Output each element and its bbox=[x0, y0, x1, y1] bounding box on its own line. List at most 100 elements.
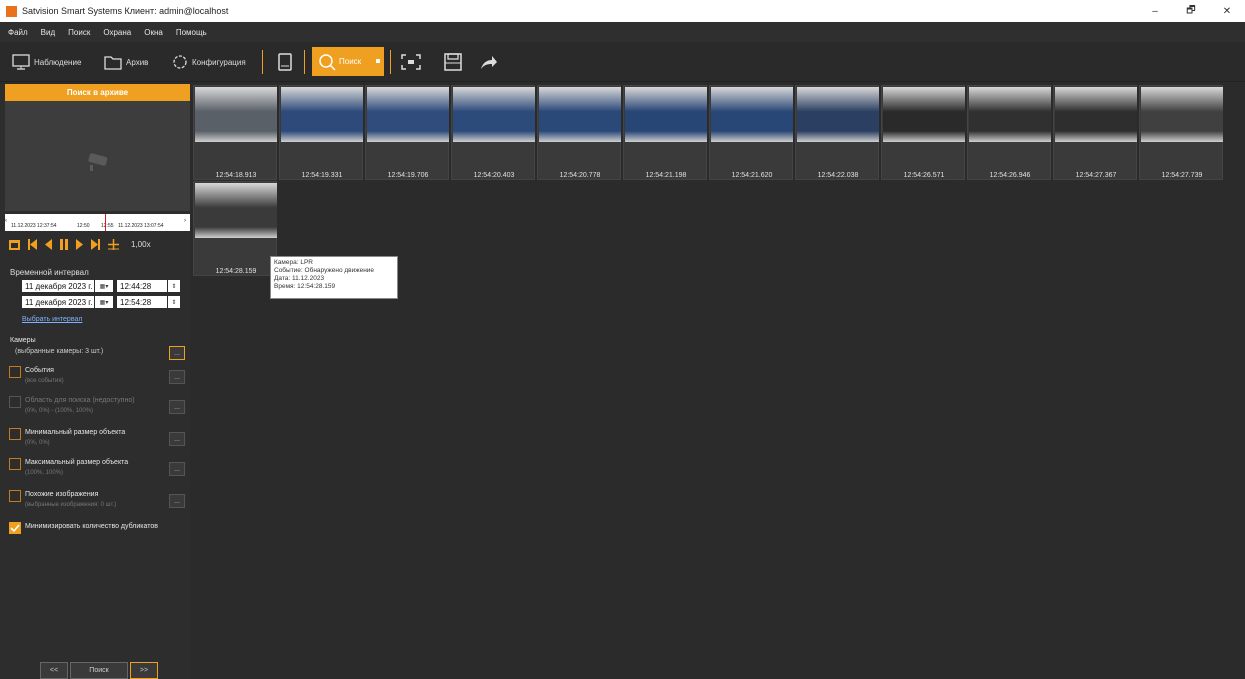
menu-file[interactable]: Файл bbox=[8, 28, 28, 37]
go-start-button[interactable] bbox=[28, 238, 37, 250]
filter-options-button[interactable]: ... bbox=[169, 462, 185, 476]
result-thumbnail[interactable]: 12:54:19.331 bbox=[279, 85, 363, 180]
folder-icon bbox=[104, 56, 122, 70]
menu-search[interactable]: Поиск bbox=[68, 28, 90, 37]
from-time-field[interactable]: 12:44:28 bbox=[117, 280, 167, 292]
result-thumbnail[interactable]: 12:54:27.367 bbox=[1053, 85, 1137, 180]
result-thumbnail[interactable]: 12:54:18.913 bbox=[193, 85, 277, 180]
menu-help[interactable]: Помощь bbox=[176, 28, 207, 37]
archive-label: Архив bbox=[126, 57, 149, 67]
cameras-label: Камеры bbox=[10, 337, 36, 344]
pause-button[interactable] bbox=[60, 238, 68, 250]
export-button[interactable] bbox=[478, 51, 500, 73]
interval-label: Временной интервал bbox=[10, 268, 89, 277]
gear-icon bbox=[173, 55, 187, 69]
max-size-checkbox[interactable] bbox=[9, 458, 21, 470]
thumbnail-tooltip: Камера: LPR Событие: Обнаружено движение… bbox=[270, 256, 398, 299]
go-end-button[interactable] bbox=[91, 238, 100, 250]
maximize-button[interactable]: 🗗 bbox=[1173, 0, 1209, 22]
timeline-start: 11.12.2023 12:37:54 bbox=[11, 223, 57, 229]
tooltip-camera: Камера: LPR bbox=[274, 259, 313, 266]
to-time-spinner[interactable]: ⇕ bbox=[168, 296, 180, 308]
tooltip-event: Событие: Обнаружено движение bbox=[274, 267, 375, 274]
prev-page-button[interactable]: << bbox=[40, 662, 68, 679]
monitoring-button[interactable]: Наблюдение bbox=[12, 50, 81, 74]
thumbnail-image bbox=[539, 87, 621, 142]
thumbnail-time: 12:54:22.038 bbox=[817, 172, 859, 179]
timeline-cursor[interactable] bbox=[105, 214, 106, 231]
result-thumbnail[interactable]: 12:54:21.620 bbox=[709, 85, 793, 180]
speed-button[interactable] bbox=[108, 238, 119, 250]
menu-bar: Файл Вид Поиск Охрана Окна Помощь bbox=[0, 22, 1245, 42]
timeline-right-arrow[interactable]: › bbox=[184, 218, 186, 224]
search-icon bbox=[319, 53, 336, 71]
config-button[interactable]: Конфигурация bbox=[172, 50, 246, 74]
monitoring-label: Наблюдение bbox=[34, 57, 82, 67]
cameras-select-button[interactable]: ... bbox=[169, 346, 185, 360]
thumbnail-time: 12:54:27.367 bbox=[1075, 172, 1117, 179]
step-back-button[interactable] bbox=[45, 238, 52, 250]
menu-view[interactable]: Вид bbox=[41, 28, 55, 37]
result-thumbnail[interactable]: 12:54:19.706 bbox=[365, 85, 449, 180]
result-thumbnail[interactable]: 12:54:26.571 bbox=[881, 85, 965, 180]
archive-button[interactable]: Архив bbox=[104, 50, 148, 74]
result-thumbnail[interactable]: 12:54:26.946 bbox=[967, 85, 1051, 180]
result-thumbnail[interactable]: 12:54:20.778 bbox=[537, 85, 621, 180]
calendar-button[interactable] bbox=[9, 239, 20, 250]
filter-options-button[interactable]: ... bbox=[169, 370, 185, 384]
min-size-checkbox[interactable] bbox=[9, 428, 21, 440]
from-calendar-icon[interactable]: ▦▾ bbox=[95, 280, 113, 292]
skip-end-icon bbox=[91, 238, 100, 250]
share-arrow-icon bbox=[481, 56, 497, 69]
bookmark-button[interactable] bbox=[274, 51, 296, 73]
thumbnail-image bbox=[711, 87, 793, 142]
step-forward-icon bbox=[76, 238, 83, 250]
thumbnail-image bbox=[1055, 87, 1137, 142]
checkmark-icon bbox=[10, 524, 20, 533]
result-thumbnail[interactable]: 12:54:27.739 bbox=[1139, 85, 1223, 180]
thumbnail-time: 12:54:20.403 bbox=[473, 172, 515, 179]
menu-windows[interactable]: Окна bbox=[144, 28, 163, 37]
pagination: << Поиск >> bbox=[40, 662, 158, 679]
timeline[interactable]: ‹ 11.12.2023 12:37:54 12:50 12:55 11.12.… bbox=[5, 214, 190, 231]
similar-images-checkbox[interactable] bbox=[9, 490, 21, 502]
thumbnail-time: 12:54:20.778 bbox=[559, 172, 601, 179]
minimize-button[interactable]: – bbox=[1137, 0, 1173, 22]
step-forward-button[interactable] bbox=[76, 238, 83, 250]
video-preview bbox=[5, 101, 190, 211]
from-time-spinner[interactable]: ⇕ bbox=[168, 280, 180, 292]
filter-options-button[interactable]: ... bbox=[169, 432, 185, 446]
thumbnail-image bbox=[281, 87, 363, 142]
filter-title: Похожие изображения bbox=[25, 491, 99, 498]
filter-title: Минимальный размер объекта bbox=[25, 429, 126, 436]
camera-icon bbox=[88, 153, 108, 171]
choose-interval-link[interactable]: Выбрать интервал bbox=[22, 316, 82, 323]
timeline-left-arrow[interactable]: ‹ bbox=[5, 218, 7, 224]
timeline-end: 11.12.2023 13:07:54 bbox=[118, 223, 164, 229]
result-thumbnail[interactable]: 12:54:28.159 bbox=[193, 181, 277, 276]
result-thumbnail[interactable]: 12:54:22.038 bbox=[795, 85, 879, 180]
result-thumbnail[interactable]: 12:54:20.403 bbox=[451, 85, 535, 180]
filter-options-button[interactable]: ... bbox=[169, 494, 185, 508]
next-page-button[interactable]: >> bbox=[130, 662, 158, 679]
playback-controls: 1,00x bbox=[9, 236, 189, 252]
tooltip-date: Дата: 11.12.2023 bbox=[274, 275, 325, 282]
fullscreen-button[interactable] bbox=[400, 51, 422, 73]
search-mode-button[interactable]: Поиск bbox=[312, 47, 384, 76]
dedupe-checkbox[interactable] bbox=[9, 522, 21, 534]
events-checkbox[interactable] bbox=[9, 366, 21, 378]
skip-start-icon bbox=[28, 238, 37, 250]
to-calendar-icon[interactable]: ▦▾ bbox=[95, 296, 113, 308]
thumbnail-image bbox=[195, 183, 277, 238]
thumbnail-image bbox=[1141, 87, 1223, 142]
close-button[interactable]: ✕ bbox=[1209, 0, 1245, 22]
to-time-field[interactable]: 12:54:28 bbox=[117, 296, 167, 308]
result-thumbnail[interactable]: 12:54:21.198 bbox=[623, 85, 707, 180]
save-button[interactable] bbox=[442, 51, 464, 73]
menu-security[interactable]: Охрана bbox=[103, 28, 131, 37]
from-date-field[interactable]: 11 декабря 2023 г. bbox=[22, 280, 94, 292]
to-date-field[interactable]: 11 декабря 2023 г. bbox=[22, 296, 94, 308]
timeline-tick-2: 12:55 bbox=[101, 223, 114, 229]
thumbnail-time: 12:54:19.331 bbox=[301, 172, 343, 179]
run-search-button[interactable]: Поиск bbox=[70, 662, 128, 679]
